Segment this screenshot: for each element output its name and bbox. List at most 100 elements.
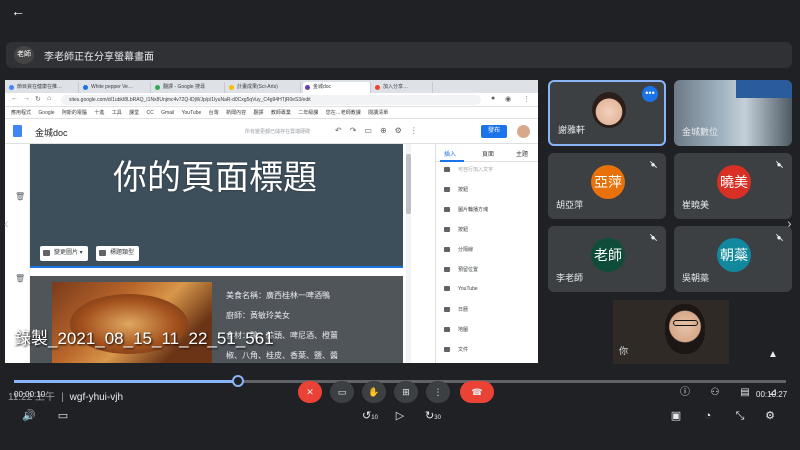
fullscreen-icon[interactable]: ⤡ <box>732 408 748 424</box>
participant-avatar: 亞萍 <box>591 165 625 199</box>
panel-item[interactable]: 圖片輪播方塊 <box>444 206 488 213</box>
mouse-cursor: ▲ <box>768 349 778 360</box>
bookmark[interactable]: 應用程式 <box>11 108 31 118</box>
bookmark[interactable]: 台灣 <box>209 108 219 118</box>
editor-scrollbar[interactable] <box>406 144 411 363</box>
participant-name: 崔曉美 <box>682 200 710 210</box>
more-options-icon[interactable]: ••• <box>642 86 658 102</box>
settings-icon[interactable]: ⚙ <box>762 408 778 424</box>
participant-avatar: 老師 <box>591 238 625 272</box>
bookmark[interactable]: Gmail <box>161 108 174 118</box>
speed-icon[interactable]: ◔ <box>700 408 716 424</box>
bookmark[interactable]: Google <box>38 108 54 118</box>
bookmark[interactable]: CC <box>147 108 154 118</box>
insert-panel: 插入 頁面 主題 可自行加入文字 按鈕 圖片輪播方塊 按鈕 分隔線 預留位置 Y… <box>435 144 538 363</box>
panel-item[interactable]: 文件 <box>444 346 468 353</box>
page-title[interactable]: 你的頁面標題 <box>110 158 320 198</box>
bookmark[interactable]: 教師專業 <box>271 108 291 118</box>
browser-tab[interactable]: 加入分享… <box>373 82 433 93</box>
bookmarks-bar: 應用程式 Google 阿斯的電腦 十進 工具 課堂 CC Gmail YouT… <box>5 108 538 119</box>
activities-icon[interactable]: ⊿ <box>764 384 782 402</box>
panel-item[interactable]: 按鈕 <box>444 186 468 193</box>
participant-tile[interactable]: 金城數位 <box>674 80 792 146</box>
panel-item[interactable]: 可自行加入文字 <box>444 166 493 173</box>
self-view-label: 你 <box>619 346 629 356</box>
people-icon[interactable]: ⚇ <box>706 384 724 402</box>
prev-page-arrow[interactable]: ‹ <box>4 215 9 231</box>
participant-tile[interactable]: ••• 謝雅軒 <box>548 80 666 146</box>
seek-handle[interactable] <box>231 375 244 387</box>
panel-item[interactable]: 分隔線 <box>444 246 473 253</box>
sites-toolbar-icons[interactable]: ↶↷▭⊕⚙⋮ <box>335 126 426 135</box>
browser-tab[interactable]: White pepper Ve… <box>81 82 151 93</box>
mic-off-icon: ● <box>648 233 658 243</box>
participant-name: 金城數位 <box>682 127 719 137</box>
meeting-code: wgf-yhui-vjh <box>69 392 124 403</box>
change-image-button[interactable]: 變更圖片 ▾ <box>40 246 88 261</box>
panel-item[interactable]: YouTube <box>444 286 478 292</box>
end-call-button[interactable]: ☎ <box>460 381 494 403</box>
back-icon[interactable]: ← <box>11 95 18 102</box>
bookmark[interactable]: 二年級課 <box>298 108 318 118</box>
panel-item[interactable]: 按鈕 <box>444 226 468 233</box>
forward-icon[interactable]: → <box>23 95 30 102</box>
site-name[interactable]: 金城doc <box>35 126 68 139</box>
content-section[interactable]: 美食名稱：廣西桂林一啤酒鴨 廚師：黃敏玲美女 食材：鴨、蒜頭、啤尼酒、橙薑 椒、… <box>30 276 403 363</box>
bookmark[interactable]: 阿斯的電腦 <box>62 108 87 118</box>
participant-avatar: 曉美 <box>717 165 751 199</box>
camera-button[interactable]: ▭ <box>330 381 354 403</box>
bookmark[interactable]: 翻譯 <box>253 108 263 118</box>
food-line: 廚師：黃敏玲美女 <box>226 311 290 320</box>
volume-icon[interactable]: 🔊 <box>20 408 38 424</box>
publish-button[interactable]: 發布 <box>481 125 507 138</box>
participant-tile[interactable]: 曉美 ● 崔曉美 <box>674 153 792 219</box>
delete-section-icon[interactable]: 🗑 <box>15 274 25 283</box>
tab-themes[interactable]: 主題 <box>516 149 528 158</box>
panel-item[interactable]: 日曆 <box>444 306 468 313</box>
play-icon[interactable]: ▷ <box>392 408 408 424</box>
bookmark[interactable]: 十進 <box>94 108 104 118</box>
extension-icon[interactable]: ● <box>491 95 495 102</box>
food-image[interactable] <box>52 282 212 363</box>
participant-tile[interactable]: 老師 ● 李老師 <box>548 226 666 292</box>
rewind-icon[interactable]: ↺10 <box>360 408 380 424</box>
more-options-button[interactable]: ⋮ <box>426 381 450 403</box>
header-section[interactable]: 你的頁面標題 變更圖片 ▾ 標題類型 <box>30 144 403 268</box>
bookmark[interactable]: 課堂 <box>129 108 139 118</box>
panel-item[interactable]: 地圖 <box>444 326 468 333</box>
bookmark[interactable]: 新聞內容 <box>226 108 246 118</box>
participant-tile[interactable]: 朝蘂 ● 吳朝蘂 <box>674 226 792 292</box>
browser-menu-icon[interactable]: ⋮ <box>523 95 530 103</box>
pip-icon[interactable]: ▣ <box>668 408 684 424</box>
home-icon[interactable]: ⌂ <box>47 95 51 102</box>
self-view[interactable]: 你 <box>613 300 729 364</box>
browser-tab[interactable]: 節目資在健康在推… <box>7 82 79 93</box>
bookmark[interactable]: 您在…老師教課 <box>326 108 361 118</box>
tab-insert[interactable]: 插入 <box>444 149 456 158</box>
panel-item[interactable]: 預留位置 <box>444 266 478 273</box>
browser-tab[interactable]: 翻譯 - Google 搜尋 <box>153 82 225 93</box>
bookmark[interactable]: YouTube <box>182 108 202 118</box>
captions-icon[interactable]: ▭ <box>54 408 72 424</box>
header-type-icon <box>99 250 106 256</box>
chat-icon[interactable]: ▤ <box>736 384 754 402</box>
account-avatar[interactable] <box>517 125 530 138</box>
back-button[interactable]: ← <box>8 2 28 20</box>
header-type-button[interactable]: 標題類型 <box>96 246 140 261</box>
info-icon[interactable]: ⓘ <box>676 384 694 402</box>
tab-pages[interactable]: 頁面 <box>482 149 494 158</box>
participant-tile[interactable]: 亞萍 ● 胡亞萍 <box>548 153 666 219</box>
delete-section-icon[interactable]: 🗑 <box>15 192 25 201</box>
bookmark[interactable]: 閱讀清單 <box>368 108 388 118</box>
raise-hand-button[interactable]: ✋ <box>362 381 386 403</box>
bookmark[interactable]: 工具 <box>112 108 122 118</box>
present-button[interactable]: ⊞ <box>394 381 418 403</box>
browser-tab[interactable]: 計畫成果(Sci-Arts) <box>227 82 301 93</box>
profile-icon[interactable]: ◉ <box>505 95 511 103</box>
mic-off-button[interactable]: ✕ <box>298 381 322 403</box>
browser-tab-active[interactable]: 金城doc <box>303 82 371 93</box>
screen: ← 老師 李老師正在分享螢幕畫面 節目資在健康在推… White pepper … <box>0 0 800 450</box>
forward-icon[interactable]: ↻30 <box>422 408 444 424</box>
address-bar[interactable]: sites.google.com/d/1ubkI8LbRAQ_I1Nx8Unjm… <box>61 95 481 105</box>
reload-icon[interactable]: ↻ <box>35 95 41 103</box>
